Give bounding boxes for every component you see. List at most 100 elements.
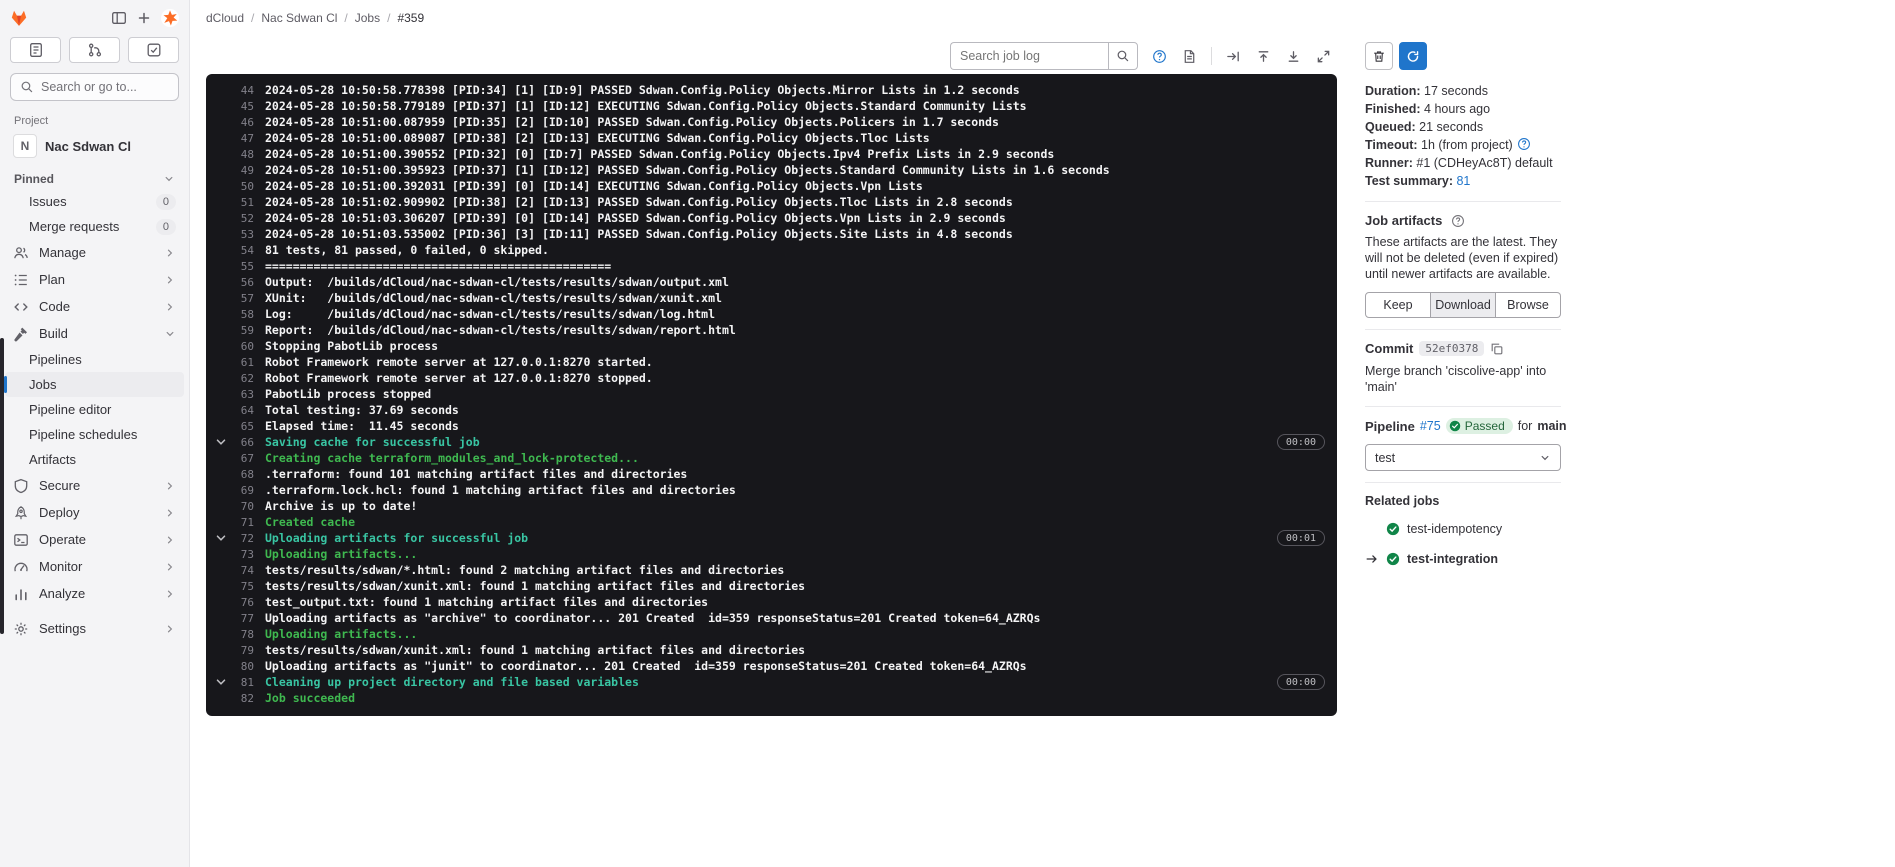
log-line-number[interactable]: 60 <box>228 340 254 353</box>
log-line-number[interactable]: 46 <box>228 116 254 129</box>
related-job[interactable]: test-integration <box>1365 544 1561 574</box>
log-line-number[interactable]: 65 <box>228 420 254 433</box>
artifacts-help-icon[interactable] <box>1451 214 1465 228</box>
related-job[interactable]: test-idempotency <box>1365 514 1561 544</box>
log-line-number[interactable]: 53 <box>228 228 254 241</box>
log-line-number[interactable]: 71 <box>228 516 254 529</box>
log-line-number[interactable]: 77 <box>228 612 254 625</box>
log-text: Stopping PabotLib process <box>265 339 438 353</box>
log-line-number[interactable]: 58 <box>228 308 254 321</box>
log-line-number[interactable]: 70 <box>228 500 254 513</box>
sidebar-scrollbar-thumb[interactable] <box>0 338 4 634</box>
breadcrumb-item[interactable]: dCloud <box>206 11 244 25</box>
log-line-number[interactable]: 74 <box>228 564 254 577</box>
log-line-number[interactable]: 66 <box>228 436 254 449</box>
pipeline-number-link[interactable]: #75 <box>1420 419 1441 433</box>
global-search-button[interactable]: Search or go to... <box>10 73 179 101</box>
log-line-number[interactable]: 81 <box>228 676 254 689</box>
merge-requests-shortcut-button[interactable] <box>69 37 120 63</box>
log-line-number[interactable]: 49 <box>228 164 254 177</box>
log-line-number[interactable]: 44 <box>228 84 254 97</box>
browse-button[interactable]: Browse <box>1496 292 1561 318</box>
log-line-number[interactable]: 80 <box>228 660 254 673</box>
download-button[interactable]: Download <box>1431 292 1496 318</box>
log-line-number[interactable]: 82 <box>228 692 254 705</box>
sidebar-item-code[interactable]: Code <box>5 293 184 320</box>
search-help-button[interactable] <box>1146 43 1173 70</box>
scroll-to-bottom-button[interactable] <box>1280 43 1307 70</box>
sidebar-item-pipeline-editor[interactable]: Pipeline editor <box>5 397 184 422</box>
log-line-number[interactable]: 56 <box>228 276 254 289</box>
log-line-number[interactable]: 79 <box>228 644 254 657</box>
log-line-number[interactable]: 54 <box>228 244 254 257</box>
log-search-input[interactable] <box>950 42 1108 70</box>
log-line-number[interactable]: 57 <box>228 292 254 305</box>
log-line-number[interactable]: 75 <box>228 580 254 593</box>
sidebar-item-pipelines[interactable]: Pipelines <box>5 347 184 372</box>
collapse-section-icon[interactable] <box>214 435 228 449</box>
help-icon[interactable] <box>1517 137 1531 151</box>
log-line-number[interactable]: 47 <box>228 132 254 145</box>
copy-commit-sha-icon[interactable] <box>1490 342 1504 356</box>
log-line-number[interactable]: 62 <box>228 372 254 385</box>
sidebar-item-settings[interactable]: Settings <box>5 615 184 642</box>
log-line-number[interactable]: 51 <box>228 196 254 209</box>
log-line-number[interactable]: 55 <box>228 260 254 273</box>
fullscreen-button[interactable] <box>1310 43 1337 70</box>
commit-message[interactable]: Merge branch 'ciscolive-app' into 'main' <box>1365 363 1561 395</box>
erase-job-log-button[interactable] <box>1365 42 1393 70</box>
log-line-number[interactable]: 67 <box>228 452 254 465</box>
sidebar-item-secure[interactable]: Secure <box>5 472 184 499</box>
log-line-number[interactable]: 73 <box>228 548 254 561</box>
sidebar-item-pipeline-schedules[interactable]: Pipeline schedules <box>5 422 184 447</box>
retry-job-button[interactable] <box>1399 42 1427 70</box>
detail-value[interactable]: 81 <box>1453 174 1470 188</box>
scroll-to-top-button[interactable] <box>1250 43 1277 70</box>
sidebar-item-operate[interactable]: Operate <box>5 526 184 553</box>
sidebar-item-merge-requests[interactable]: Merge requests0 <box>5 214 184 239</box>
sidebar-toggle-button[interactable] <box>111 10 127 26</box>
stage-selector-dropdown[interactable]: test <box>1365 444 1561 471</box>
breadcrumb-item[interactable]: Nac Sdwan Cl <box>261 11 337 25</box>
log-line-number[interactable]: 63 <box>228 388 254 401</box>
log-line-number[interactable]: 52 <box>228 212 254 225</box>
collapse-section-icon[interactable] <box>214 531 228 545</box>
todo-shortcut-button[interactable] <box>128 37 179 63</box>
log-line-number[interactable]: 76 <box>228 596 254 609</box>
pipeline-status-badge[interactable]: Passed <box>1446 418 1513 434</box>
log-search-submit-button[interactable] <box>1108 42 1138 70</box>
jump-to-failure-button[interactable] <box>1220 43 1247 70</box>
commit-sha[interactable]: 52ef0378 <box>1419 341 1484 356</box>
log-line-number[interactable]: 64 <box>228 404 254 417</box>
sidebar-item-issues[interactable]: Issues0 <box>5 189 184 214</box>
sidebar-item-monitor[interactable]: Monitor <box>5 553 184 580</box>
sidebar-item-plan[interactable]: Plan <box>5 266 184 293</box>
log-line-number[interactable]: 48 <box>228 148 254 161</box>
show-raw-log-button[interactable] <box>1176 43 1203 70</box>
sidebar-item-manage[interactable]: Manage <box>5 239 184 266</box>
sidebar-item-analyze[interactable]: Analyze <box>5 580 184 607</box>
log-line-number[interactable]: 61 <box>228 356 254 369</box>
keep-button[interactable]: Keep <box>1365 292 1431 318</box>
pinned-section-toggle[interactable]: Pinned <box>0 166 189 189</box>
user-avatar[interactable] <box>161 9 179 27</box>
pipeline-ref-link[interactable]: main <box>1537 419 1566 433</box>
log-line-number[interactable]: 59 <box>228 324 254 337</box>
collapse-section-icon[interactable] <box>214 675 228 689</box>
sidebar-item-artifacts[interactable]: Artifacts <box>5 447 184 472</box>
sidebar-item-build[interactable]: Build <box>5 320 184 347</box>
log-line-number[interactable]: 50 <box>228 180 254 193</box>
log-line-number[interactable]: 72 <box>228 532 254 545</box>
project-switcher[interactable]: N Nac Sdwan Cl <box>5 130 184 162</box>
create-new-button[interactable] <box>136 10 152 26</box>
sidebar-item-jobs[interactable]: Jobs <box>5 372 184 397</box>
gitlab-logo-icon[interactable] <box>10 9 28 27</box>
issues-shortcut-button[interactable] <box>10 37 61 63</box>
log-line-number[interactable]: 68 <box>228 468 254 481</box>
log-line-number[interactable]: 78 <box>228 628 254 641</box>
log-line-number[interactable]: 69 <box>228 484 254 497</box>
log-line-number[interactable]: 45 <box>228 100 254 113</box>
breadcrumb-item[interactable]: #359 <box>397 11 424 25</box>
breadcrumb-item[interactable]: Jobs <box>355 11 380 25</box>
sidebar-item-deploy[interactable]: Deploy <box>5 499 184 526</box>
